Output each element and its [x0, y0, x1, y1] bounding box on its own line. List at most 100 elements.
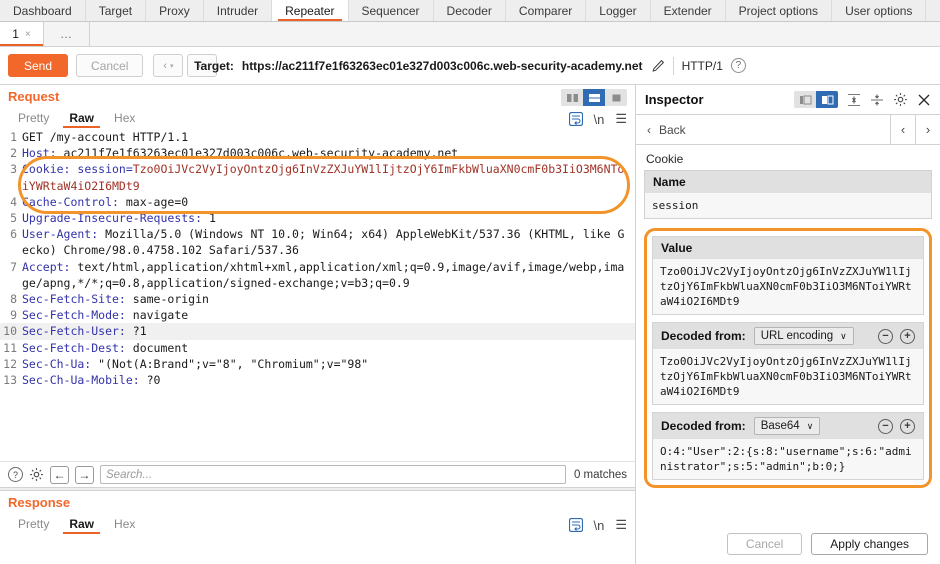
- layout-vertical-split-button[interactable]: [561, 89, 583, 106]
- inspector-dock-left-button[interactable]: [794, 91, 816, 108]
- word-wrap-icon[interactable]: [569, 112, 583, 126]
- main-tab-decoder[interactable]: Decoder: [434, 0, 506, 21]
- request-line: 1GET /my-account HTTP/1.1: [0, 129, 635, 145]
- pencil-icon[interactable]: [651, 59, 665, 73]
- decoder-url-value[interactable]: Tzo0OiJVc2VyIjoyOntzOjg6InVzZXJuYW1lIjtz…: [653, 349, 923, 404]
- main-tab-label: Intruder: [217, 4, 258, 18]
- main-tab-project-options[interactable]: Project options: [726, 0, 832, 21]
- decoder-base64-value[interactable]: O:4:"User":2:{s:8:"username";s:6:"admini…: [653, 439, 923, 479]
- decoder-remove-button[interactable]: −: [878, 419, 893, 434]
- gear-icon[interactable]: [893, 92, 908, 107]
- repeater-tab-more-button[interactable]: …: [44, 22, 90, 46]
- send-button[interactable]: Send: [8, 54, 68, 77]
- response-format-tab-hex[interactable]: Hex: [104, 514, 145, 534]
- history-nav-group: ‹ ▾ › ▾: [153, 54, 217, 77]
- header-value: same-origin: [126, 292, 209, 306]
- request-line: 3Cookie: session=Tzo0OiJVc2VyIjoyOntzOjg…: [0, 161, 635, 193]
- inspector-dock-right-button[interactable]: [816, 91, 838, 108]
- decoder-remove-button[interactable]: −: [878, 329, 893, 344]
- show-newlines-icon[interactable]: \n: [594, 518, 605, 533]
- inspector-next-button[interactable]: ›: [915, 115, 940, 144]
- chevron-left-icon: ‹: [163, 60, 167, 72]
- response-format-tab-pretty[interactable]: Pretty: [8, 514, 59, 534]
- response-format-tab-raw[interactable]: Raw: [59, 514, 104, 534]
- cookie-name-value[interactable]: session: [645, 193, 931, 218]
- layout-horizontal-split-button[interactable]: [583, 89, 605, 106]
- request-editor[interactable]: 1GET /my-account HTTP/1.12Host: ac211f7e…: [0, 128, 635, 461]
- decoder-add-button[interactable]: +: [900, 329, 915, 344]
- help-icon[interactable]: ?: [731, 58, 746, 73]
- main-tab-sequencer[interactable]: Sequencer: [349, 0, 434, 21]
- header-name: Sec-Ch-Ua:: [22, 357, 91, 371]
- history-back-button[interactable]: ‹ ▾: [153, 54, 183, 77]
- response-title: Response: [8, 495, 627, 510]
- main-tab-user-options[interactable]: User options: [832, 0, 926, 21]
- request-line: 8Sec-Fetch-Site: same-origin: [0, 291, 635, 307]
- cookie-value-card: Value Tzo0OiJVc2VyIjoyOntzOjg6InVzZXJuYW…: [652, 236, 924, 315]
- close-icon[interactable]: ×: [25, 29, 31, 40]
- request-format-tab-raw[interactable]: Raw: [59, 108, 104, 128]
- repeater-tab-1[interactable]: 1 ×: [0, 22, 44, 46]
- cancel-button[interactable]: Cancel: [76, 54, 143, 77]
- word-wrap-icon[interactable]: [569, 518, 583, 532]
- inspector-cancel-button[interactable]: Cancel: [727, 533, 802, 555]
- request-search-bar: ? ← → 0 matches: [0, 461, 635, 487]
- search-next-button[interactable]: →: [75, 466, 94, 484]
- header-name: GET /my-account HTTP/1.1: [22, 130, 188, 144]
- inspector-panel: Inspector: [636, 85, 940, 564]
- search-input[interactable]: [100, 465, 566, 484]
- gear-icon[interactable]: [29, 467, 44, 482]
- decoder-base64-select[interactable]: Base64 ∨: [754, 417, 821, 435]
- main-tab-extender[interactable]: Extender: [651, 0, 726, 21]
- main-tab-target[interactable]: Target: [86, 0, 146, 21]
- main-tab-learn[interactable]: Learn: [926, 0, 940, 21]
- response-editor[interactable]: [0, 534, 635, 564]
- cookie-name-header: Name: [645, 171, 931, 193]
- main-tab-repeater[interactable]: Repeater: [272, 0, 348, 21]
- main-tab-proxy[interactable]: Proxy: [146, 0, 204, 21]
- http-version-label[interactable]: HTTP/1: [682, 59, 723, 73]
- chevron-right-icon: ›: [197, 60, 201, 72]
- main-tab-label: Decoder: [447, 4, 492, 18]
- header-name: Sec-Fetch-User:: [22, 324, 126, 338]
- cookie-value-highlight-annotation: Value Tzo0OiJVc2VyIjoyOntzOjg6InVzZXJuYW…: [644, 228, 932, 488]
- show-newlines-icon[interactable]: \n: [594, 112, 605, 127]
- main-tab-dashboard[interactable]: Dashboard: [0, 0, 86, 21]
- header-value: text/html,application/xhtml+xml,applicat…: [22, 260, 624, 290]
- editor-menu-icon[interactable]: ☰: [615, 111, 627, 127]
- header-name: User-Agent:: [22, 227, 98, 241]
- layout-toggle-group: [561, 89, 627, 106]
- close-icon[interactable]: [917, 93, 931, 107]
- inspector-back-button[interactable]: ‹ Back: [636, 123, 890, 137]
- search-help-icon[interactable]: ?: [8, 467, 23, 482]
- collapse-all-icon[interactable]: [847, 93, 861, 107]
- header-name: Cache-Control:: [22, 195, 119, 209]
- apply-changes-button[interactable]: Apply changes: [811, 533, 928, 555]
- layout-single-pane-button[interactable]: [605, 89, 627, 106]
- decoder-url-select[interactable]: URL encoding ∨: [754, 327, 854, 345]
- editor-menu-icon[interactable]: ☰: [615, 517, 627, 533]
- decoder-base64-label: Decoded from:: [661, 419, 746, 433]
- expand-all-icon[interactable]: [870, 93, 884, 107]
- request-line: 10Sec-Fetch-User: ?1: [0, 323, 635, 339]
- request-format-tab-pretty[interactable]: Pretty: [8, 108, 59, 128]
- decoder-add-button[interactable]: +: [900, 419, 915, 434]
- main-tab-logger[interactable]: Logger: [586, 0, 650, 21]
- line-number: 11: [0, 340, 22, 356]
- cookie-value-header-label: Value: [661, 241, 915, 255]
- inspector-section-label: Cookie: [646, 152, 932, 166]
- search-prev-button[interactable]: ←: [50, 466, 69, 484]
- inspector-prev-button[interactable]: ‹: [890, 115, 915, 144]
- history-forward-button[interactable]: › ▾: [187, 54, 217, 77]
- main-tab-label: Target: [99, 4, 132, 18]
- request-format-tab-hex[interactable]: Hex: [104, 108, 145, 128]
- request-title: Request: [8, 89, 627, 104]
- cookie-value-text[interactable]: Tzo0OiJVc2VyIjoyOntzOjg6InVzZXJuYW1lIjtz…: [653, 259, 923, 314]
- main-tab-comparer[interactable]: Comparer: [506, 0, 586, 21]
- request-line-text: Sec-Fetch-Site: same-origin: [22, 291, 625, 307]
- main-tab-intruder[interactable]: Intruder: [204, 0, 272, 21]
- header-name: Host:: [22, 146, 57, 160]
- inspector-header-icons: [794, 91, 931, 108]
- main-tab-label: Repeater: [285, 4, 334, 18]
- repeater-tab-label: 1: [12, 27, 19, 41]
